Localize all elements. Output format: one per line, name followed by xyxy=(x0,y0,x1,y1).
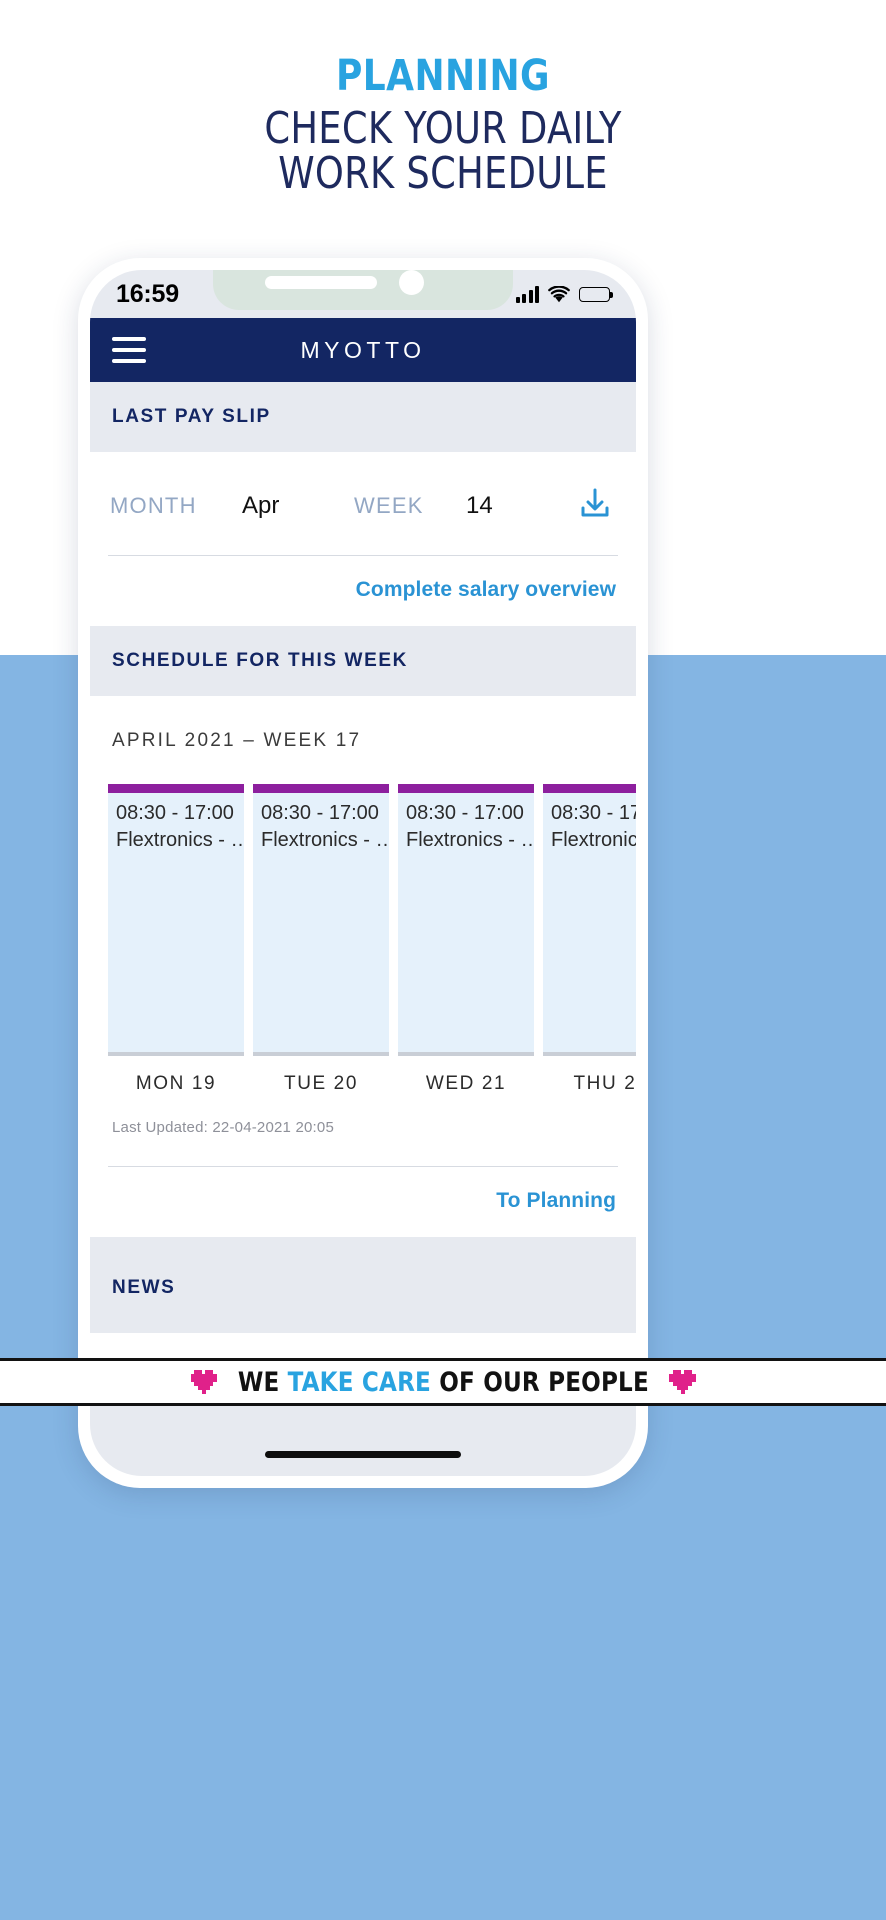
phone-screen: 16:59 MYOTTO LAST PAY SLIP MONTH Apr WEE… xyxy=(90,270,636,1476)
tagline-text: WE TAKE CARE OF OUR PEOPLE xyxy=(237,1367,648,1398)
shift-time: 08:30 - 17:00 xyxy=(261,802,379,824)
phone-mockup: 16:59 MYOTTO LAST PAY SLIP MONTH Apr WEE… xyxy=(78,258,648,1488)
hamburger-icon[interactable] xyxy=(112,336,146,364)
schedule-body: APRIL 2021 – WEEK 17 08:30 - 17:00 Flext… xyxy=(90,696,636,1237)
shift-company: Flextronics - … xyxy=(261,829,389,851)
home-indicator[interactable] xyxy=(265,1451,461,1458)
planning-link-row: To Planning xyxy=(90,1167,636,1237)
schedule-week-grid[interactable]: 08:30 - 17:00 Flextronics - … MON 19 08:… xyxy=(90,784,636,1095)
shift-card[interactable]: 08:30 - 17:00 Flextronics xyxy=(543,784,636,1052)
to-planning-link[interactable]: To Planning xyxy=(496,1189,616,1212)
page-headline: PLANNING CHECK YOUR DAILY WORK SCHEDULE xyxy=(0,55,886,197)
day-name: WED 21 xyxy=(425,1073,507,1094)
tagline-part-2: TAKE CARE xyxy=(287,1366,431,1398)
shift-company: Flextronics xyxy=(551,829,636,851)
schedule-week-label: APRIL 2021 – WEEK 17 xyxy=(112,730,362,751)
payslip-section-title: LAST PAY SLIP xyxy=(112,406,271,427)
salary-link-row: Complete salary overview xyxy=(90,556,636,626)
day-name: MON 19 xyxy=(135,1073,217,1094)
payslip-section-header: LAST PAY SLIP xyxy=(90,382,636,452)
shift-card[interactable]: 08:30 - 17:00 Flextronics - … xyxy=(108,784,244,1052)
headline-kicker: PLANNING xyxy=(335,51,551,101)
month-label: MONTH xyxy=(110,492,197,518)
tagline-part-1: WE xyxy=(237,1366,288,1398)
battery-icon xyxy=(579,286,613,302)
shift-time: 08:30 - 17:00 xyxy=(551,802,636,824)
shift-company: Flextronics - … xyxy=(116,829,244,851)
shift-time: 08:30 - 17:00 xyxy=(116,802,234,824)
schedule-day-column[interactable]: 08:30 - 17:00 Flextronics - … TUE 20 xyxy=(253,784,389,1095)
schedule-day-column[interactable]: 08:30 - 17:00 Flextronics - … WED 21 xyxy=(398,784,534,1095)
news-section-title: NEWS xyxy=(112,1277,176,1298)
signal-icon xyxy=(515,285,539,303)
headline-line-1: CHECK YOUR DAILY xyxy=(264,103,622,154)
tagline-part-3: OF OUR PEOPLE xyxy=(430,1366,649,1398)
day-name: THU 22 xyxy=(573,1073,636,1094)
front-camera xyxy=(399,270,424,295)
shift-card[interactable]: 08:30 - 17:00 Flextronics - … xyxy=(253,784,389,1052)
schedule-day-column[interactable]: 08:30 - 17:00 Flextronics - … MON 19 xyxy=(108,784,244,1095)
pixel-heart-icon xyxy=(669,1370,696,1395)
phone-notch xyxy=(213,270,513,310)
pixel-heart-icon xyxy=(190,1370,218,1395)
week-label: WEEK xyxy=(354,492,424,518)
payslip-row: MONTH Apr WEEK 14 xyxy=(90,452,636,555)
shift-time: 08:30 - 17:00 xyxy=(406,802,524,824)
day-name: TUE 20 xyxy=(283,1073,358,1094)
app-navbar: MYOTTO xyxy=(90,318,636,382)
shift-card[interactable]: 08:30 - 17:00 Flextronics - … xyxy=(398,784,534,1052)
month-value: Apr xyxy=(242,491,280,519)
status-bar: 16:59 xyxy=(90,270,636,318)
shift-company: Flextronics - … xyxy=(406,829,534,851)
earpiece-speaker xyxy=(265,276,377,289)
status-icons xyxy=(515,285,613,303)
headline-line-2: WORK SCHEDULE xyxy=(278,148,608,200)
news-section-header: NEWS xyxy=(90,1237,636,1333)
week-value: 14 xyxy=(466,491,493,519)
app-title: MYOTTO xyxy=(300,336,426,363)
wifi-icon xyxy=(548,285,570,303)
download-payslip-button[interactable] xyxy=(578,486,616,525)
tagline-banner: WE TAKE CARE OF OUR PEOPLE xyxy=(0,1358,886,1406)
schedule-section-header: SCHEDULE FOR THIS WEEK xyxy=(90,626,636,696)
schedule-day-column[interactable]: 08:30 - 17:00 Flextronics THU 22 xyxy=(543,784,636,1095)
payslip-body: MONTH Apr WEEK 14 Complete salary overvi… xyxy=(90,452,636,626)
complete-salary-overview-link[interactable]: Complete salary overview xyxy=(356,578,616,601)
download-icon xyxy=(578,488,612,524)
status-time: 16:59 xyxy=(116,279,179,308)
last-updated-text: Last Updated: 22-04-2021 20:05 xyxy=(112,1119,334,1136)
schedule-section-title: SCHEDULE FOR THIS WEEK xyxy=(112,650,408,671)
